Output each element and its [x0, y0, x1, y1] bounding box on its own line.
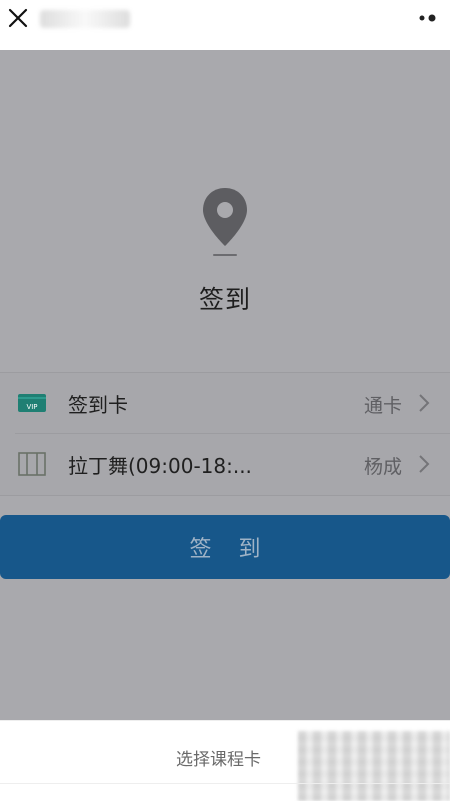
blurred-region	[298, 731, 450, 801]
card-value: 通卡	[363, 395, 402, 417]
teacher-value: 杨成	[363, 456, 402, 478]
top-bar	[0, 0, 450, 50]
vip-card-icon-text: VIP	[26, 403, 37, 411]
close-icon	[8, 8, 28, 28]
select-course-card-option[interactable]: 选择课程卡	[176, 745, 261, 770]
checkin-button-label: 签 到	[189, 537, 271, 562]
location-pin-icon	[203, 188, 247, 256]
page-title-blurred	[40, 10, 130, 28]
course-label: 拉丁舞(09:00-18:...	[68, 454, 252, 478]
checkin-content: 签到 VIP 签到卡 通卡 拉丁舞(09:00-18:... 杨成 签 到	[0, 50, 450, 720]
bottom-sheet: 选择课程卡	[0, 720, 450, 801]
checkin-title: 签到	[198, 285, 251, 314]
more-icon	[419, 14, 436, 22]
chevron-right-icon	[419, 455, 430, 473]
more-button[interactable]	[410, 6, 446, 30]
vip-card-icon: VIP	[16, 390, 48, 416]
card-selector-row[interactable]: VIP 签到卡 通卡	[0, 373, 450, 434]
course-selector-row[interactable]: 拉丁舞(09:00-18:... 杨成	[0, 434, 450, 494]
card-label: 签到卡	[68, 393, 128, 417]
sheet-divider	[0, 783, 450, 784]
chevron-right-icon	[419, 394, 430, 412]
book-icon	[16, 451, 48, 477]
checkin-button[interactable]: 签 到	[0, 515, 450, 579]
app-screen: 签到 VIP 签到卡 通卡 拉丁舞(09:00-18:... 杨成 签 到 选择…	[0, 0, 450, 801]
close-button[interactable]	[0, 3, 36, 33]
checkin-options-list: VIP 签到卡 通卡 拉丁舞(09:00-18:... 杨成	[0, 372, 450, 496]
